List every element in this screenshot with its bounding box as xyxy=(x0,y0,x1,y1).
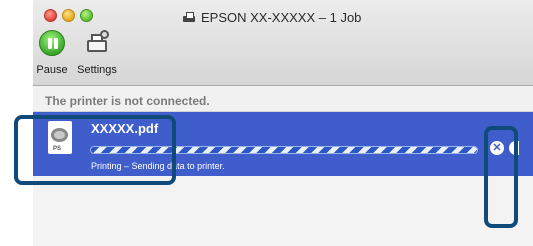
job-buttons-callout-frame xyxy=(484,126,518,228)
window-title-text: EPSON XX-XXXXX – 1 Job xyxy=(201,9,362,25)
pause-label: Pause xyxy=(36,64,68,76)
settings-button[interactable]: Settings xyxy=(70,30,124,76)
printer-icon xyxy=(183,11,195,23)
title-bar: EPSON XX-XXXXX – 1 Job Pause Settings xyxy=(33,0,533,86)
pause-icon xyxy=(39,30,65,56)
zoom-window-button[interactable] xyxy=(80,9,93,22)
document-callout-frame xyxy=(14,115,176,185)
printer-settings-icon xyxy=(84,30,110,56)
settings-label: Settings xyxy=(77,64,117,76)
close-window-button[interactable] xyxy=(44,9,57,22)
window-title: EPSON XX-XXXXX – 1 Job xyxy=(183,9,361,25)
minimize-window-button[interactable] xyxy=(62,9,75,22)
job-list-empty-area xyxy=(33,176,533,246)
pause-button[interactable]: Pause xyxy=(36,30,68,76)
printer-status-message: The printer is not connected. xyxy=(33,86,533,112)
